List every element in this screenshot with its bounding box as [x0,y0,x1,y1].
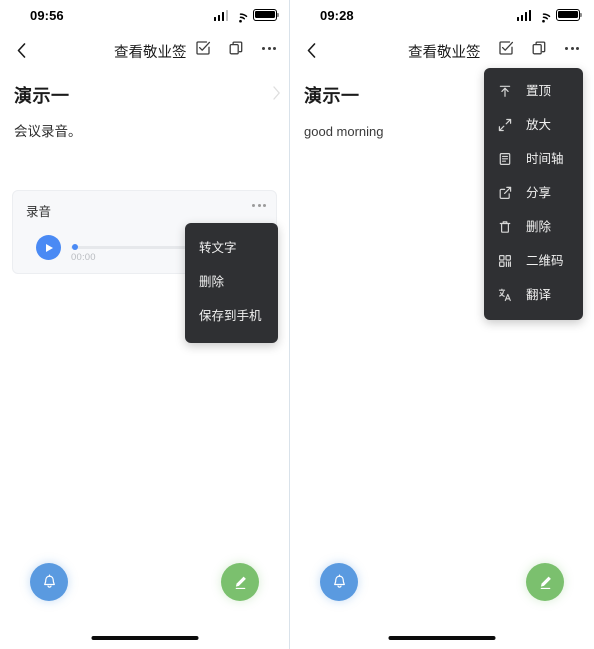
menu-item-transcribe[interactable]: 转文字 [185,231,278,265]
chevron-right-icon[interactable] [273,86,281,105]
audio-card-title: 录音 [26,205,52,219]
chevron-left-icon [307,42,315,58]
menu-item-save-to-phone[interactable]: 保存到手机 [185,299,278,333]
nav-bar: 查看敬业签 [290,30,594,72]
copy-icon[interactable] [226,38,246,58]
note-title: 演示一 [304,86,360,106]
menu-item-translate[interactable]: 翻译 [484,278,583,312]
new-note-fab-button[interactable] [526,563,564,601]
status-bar: 09:56 [0,0,289,30]
note-options-menu: 置顶 放大 时间轴 分享 删除 二维码 翻译 [484,68,583,320]
menu-item-enlarge[interactable]: 放大 [484,108,583,142]
menu-item-label: 置顶 [526,83,552,98]
menu-item-timeline[interactable]: 时间轴 [484,142,583,176]
more-dots-icon[interactable] [562,38,582,58]
page-title: 查看敬业签 [114,45,187,61]
pencil-edit-icon [540,576,551,589]
battery-icon [253,9,279,21]
back-button[interactable] [296,34,326,66]
menu-item-qrcode[interactable]: 二维码 [484,244,583,278]
reminder-fab-button[interactable] [320,563,358,601]
back-button[interactable] [6,34,36,66]
menu-item-label: 翻译 [526,287,552,302]
phone-screen-left: 09:56 查看敬业签 演示一 会议录音。 录音 00:00 转文字 删除 保存… [0,0,289,649]
menu-item-label: 删除 [199,274,225,289]
audio-progress-knob[interactable] [72,244,78,250]
menu-item-label: 分享 [526,185,552,200]
nav-actions [496,38,582,58]
note-title: 演示一 [14,86,70,106]
battery-icon [556,9,582,21]
status-time: 09:56 [30,8,64,23]
page-title: 查看敬业签 [408,45,481,61]
status-time: 09:28 [320,8,354,23]
home-indicator [91,636,198,640]
copy-icon[interactable] [529,38,549,58]
status-indicators [516,9,582,23]
expand-icon [497,118,512,133]
translate-icon [497,288,512,303]
menu-item-share[interactable]: 分享 [484,176,583,210]
audio-elapsed-time: 00:00 [71,252,96,263]
menu-item-label: 删除 [526,219,552,234]
audio-context-menu: 转文字 删除 保存到手机 [185,223,278,343]
play-icon[interactable] [36,235,61,260]
menu-item-label: 放大 [526,117,552,132]
trash-icon [497,220,512,235]
menu-item-pin-to-top[interactable]: 置顶 [484,74,583,108]
menu-item-label: 保存到手机 [199,308,262,323]
dual-screenshot-stage: 09:56 查看敬业签 演示一 会议录音。 录音 00:00 转文字 删除 保存… [0,0,594,649]
menu-item-delete[interactable]: 删除 [484,210,583,244]
share-icon [497,186,512,201]
nav-bar: 查看敬业签 [0,30,289,72]
checkbox-check-icon[interactable] [496,38,516,58]
nav-actions [193,38,279,58]
status-bar: 09:28 [290,0,594,30]
more-dots-icon[interactable] [259,38,279,58]
pin-to-top-icon [497,84,512,99]
status-indicators [213,9,279,23]
new-note-fab-button[interactable] [221,563,259,601]
menu-item-label: 时间轴 [526,151,564,166]
menu-item-delete[interactable]: 删除 [185,265,278,299]
note-title-row: 演示一 [0,82,289,108]
menu-item-label: 转文字 [199,240,237,255]
wifi-icon [233,10,248,23]
bell-icon [333,574,345,588]
cellular-signal-icon [213,9,228,21]
reminder-fab-button[interactable] [30,563,68,601]
qrcode-icon [497,254,512,269]
home-indicator [388,636,496,640]
note-body-text: 会议录音。 [14,124,82,139]
pencil-edit-icon [235,576,246,589]
wifi-icon [536,10,551,23]
checkbox-check-icon[interactable] [193,38,213,58]
timeline-document-icon [497,152,512,167]
audio-card-more-dots-icon[interactable] [252,204,266,207]
bell-icon [43,574,55,588]
phone-screen-right: 09:28 查看敬业签 演示一 good morning 置顶 放大 时间轴 分… [290,0,594,649]
chevron-left-icon [17,42,25,58]
menu-item-label: 二维码 [526,253,564,268]
cellular-signal-icon [516,9,531,21]
